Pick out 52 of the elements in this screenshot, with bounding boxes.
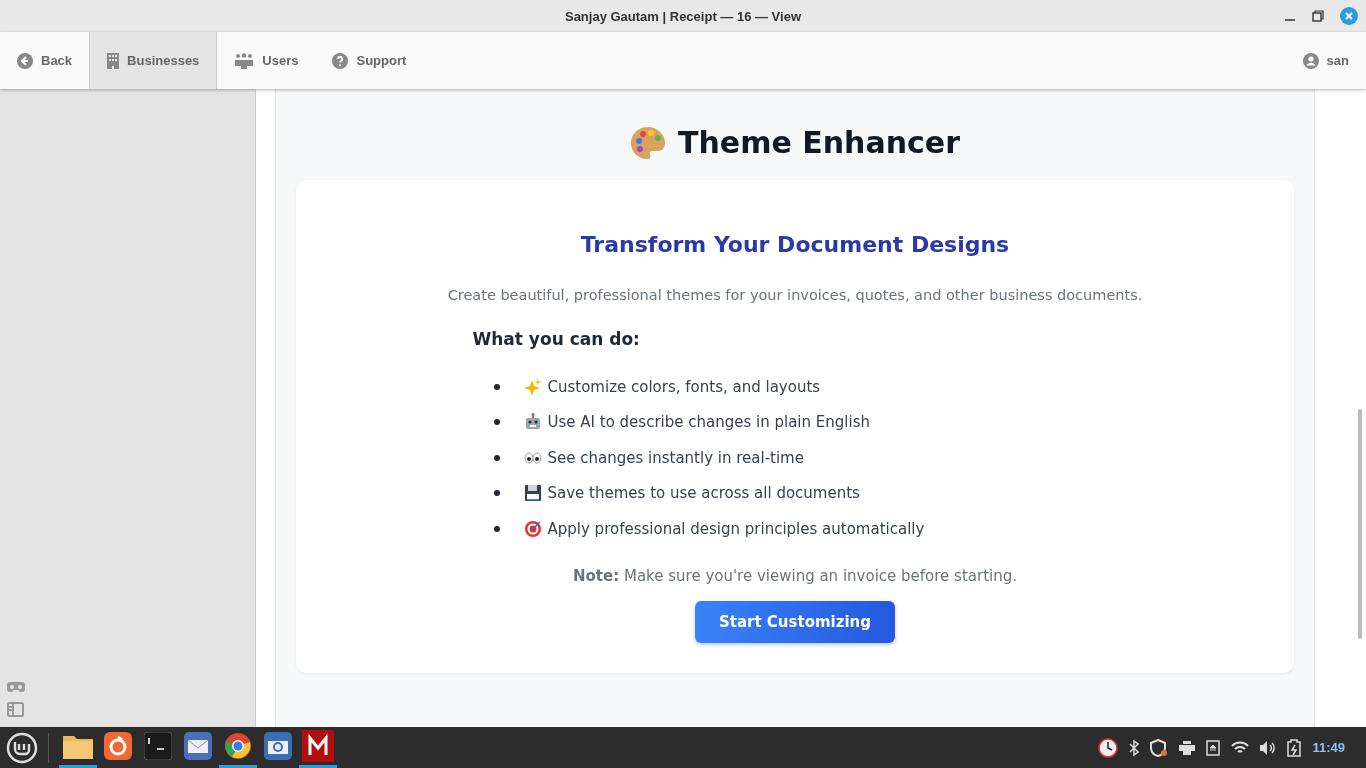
folder-icon <box>63 733 93 759</box>
sidebar-toggle-icon[interactable] <box>7 702 24 717</box>
bluetooth-icon[interactable] <box>1129 739 1140 756</box>
feature-text: Use AI to describe changes in plain English <box>547 413 870 432</box>
user-icon <box>1302 52 1319 69</box>
clock-time[interactable]: 11:49 <box>1312 740 1345 755</box>
feature-text: Customize colors, fonts, and layouts <box>547 377 821 396</box>
fox-icon <box>104 732 132 760</box>
camera-icon <box>264 732 292 760</box>
close-icon[interactable] <box>1340 7 1358 25</box>
bullet-icon <box>493 383 500 390</box>
eject-icon[interactable] <box>1206 739 1221 756</box>
printer-icon[interactable] <box>1179 740 1196 755</box>
browser-icon <box>224 732 252 760</box>
battery-icon[interactable] <box>1287 738 1302 757</box>
nav-tab[interactable]: Businesses <box>89 32 218 89</box>
terminal-icon <box>144 732 172 760</box>
taskbar-app[interactable] <box>299 727 337 768</box>
nav-tab[interactable]: Users <box>217 32 316 89</box>
shield-icon[interactable] <box>1150 738 1169 757</box>
nav-tab[interactable]: Back <box>0 32 90 89</box>
clock-icon[interactable] <box>1098 737 1119 758</box>
menu-logo-icon[interactable] <box>6 731 38 764</box>
app-logo-icon <box>302 730 334 762</box>
start-customizing-button[interactable]: Start Customizing <box>694 600 895 643</box>
bullet-icon <box>493 525 500 532</box>
palette-icon <box>630 125 666 160</box>
wifi-icon[interactable] <box>1231 740 1250 755</box>
nav-tab[interactable]: Support <box>315 32 424 89</box>
users-icon <box>234 52 255 69</box>
help-icon <box>332 52 349 69</box>
bullet-icon <box>493 419 500 426</box>
feature-text: Apply professional design principles automatically <box>547 519 925 538</box>
page-title: Theme Enhancer <box>678 125 960 160</box>
sparkles-icon <box>523 377 542 396</box>
bullet-icon <box>493 454 500 461</box>
user-menu[interactable]: san <box>1285 32 1366 89</box>
window-title: Sanjay Gautam | Receipt — 16 — View <box>564 8 801 24</box>
scrollbar-thumb[interactable] <box>1358 409 1362 639</box>
robot-icon <box>523 413 542 432</box>
mail-icon <box>184 732 212 760</box>
feature-text: Save themes to use across all documents <box>547 484 860 503</box>
card-heading: Transform Your Document Designs <box>580 232 1010 257</box>
target-icon <box>523 519 542 538</box>
note-text: Note: Make sure you're viewing an invoice before starting. <box>573 566 1017 585</box>
building-icon <box>107 52 120 69</box>
maximize-icon[interactable] <box>1312 10 1324 22</box>
intro-text: Create beautiful, professional themes for your invoices, quotes, and other business documents. <box>447 287 1143 303</box>
bullet-icon <box>493 490 500 497</box>
volume-icon[interactable] <box>1260 740 1277 755</box>
list-title: What you can do: <box>472 329 641 349</box>
feature-text: See changes instantly in real-time <box>547 448 804 467</box>
